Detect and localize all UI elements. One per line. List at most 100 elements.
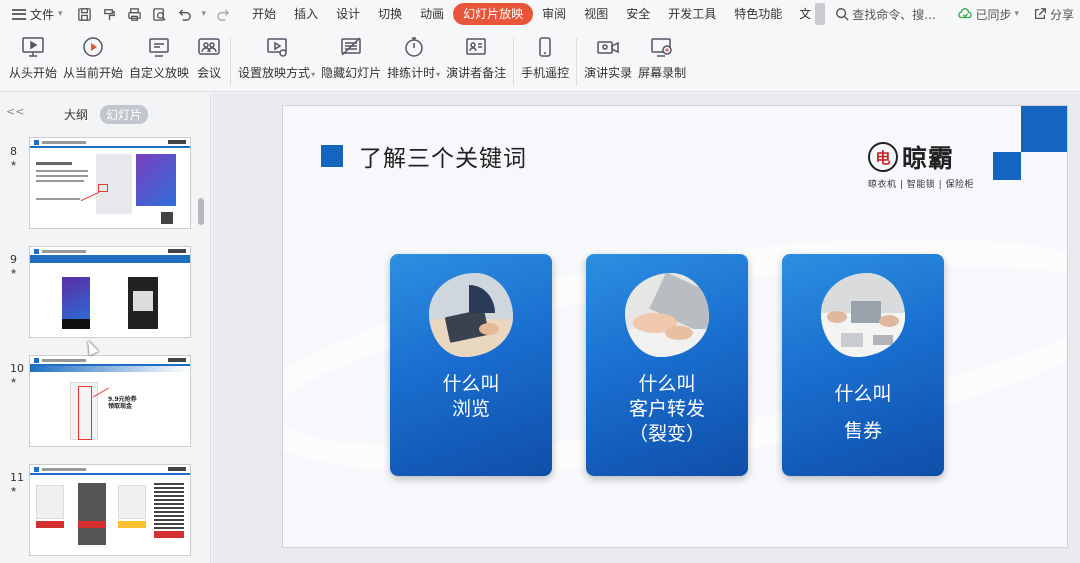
file-menu[interactable]: 文件 ▾ [0, 0, 71, 28]
current-slide[interactable]: 了解三个关键词 电 晾霸 晾衣机 | 智能锁 | 保险柜 什么叫 浏览 什么叫 … [282, 105, 1068, 548]
sync-status[interactable]: 已同步 ▾ [958, 6, 1019, 23]
photo-laptop-icon [625, 273, 709, 357]
screen-record-label: 屏幕录制 [638, 66, 687, 80]
tab-developer[interactable]: 开发工具 [659, 3, 725, 25]
slide-number: 11 [10, 471, 24, 484]
thumb-text [36, 198, 80, 200]
thumb-band [30, 366, 190, 372]
thumb-text [36, 170, 88, 172]
camera-record-icon [594, 34, 622, 60]
tab-transitions[interactable]: 切换 [369, 3, 411, 25]
print-preview-icon[interactable] [152, 6, 168, 22]
slideshow-from-start-icon [19, 34, 47, 60]
command-search[interactable]: 查找命令、搜... [835, 6, 953, 23]
from-current-button[interactable]: 从当前开始 [60, 34, 126, 81]
collapse-panel-icon[interactable]: << [6, 105, 24, 118]
undo-dropdown-icon[interactable]: ▾ [202, 9, 207, 19]
sync-label: 已同步 [975, 7, 1012, 22]
setup-show-button[interactable]: 设置放映方式▾ [235, 34, 318, 81]
tab-features[interactable]: 特色功能 [725, 3, 791, 25]
command-search-label: 查找命令、搜... [852, 7, 936, 22]
slide-title[interactable]: 了解三个关键词 [359, 139, 527, 173]
tab-animations[interactable]: 动画 [411, 3, 453, 25]
tab-outline[interactable]: 大纲 [58, 105, 94, 124]
record-presentation-button[interactable]: 演讲实录 [581, 34, 635, 81]
custom-show-icon [145, 34, 173, 60]
thumb-poster [62, 277, 90, 325]
photo-tablet-icon [429, 273, 513, 357]
speaker-notes-button[interactable]: 演讲者备注 [443, 34, 509, 81]
thumb-highlight-box [78, 386, 92, 440]
save-icon[interactable] [77, 6, 93, 22]
meeting-label: 会议 [197, 66, 222, 80]
animation-star-icon: ★ [10, 376, 18, 385]
keyword-card-forward[interactable]: 什么叫 客户转发 （裂变） [586, 254, 748, 476]
panel-tabs: 大纲 幻灯片 [58, 105, 149, 124]
menu-tabs: 开始 插入 设计 切换 动画 幻灯片放映 审阅 视图 安全 开发工具 特色功能 … [243, 3, 835, 25]
file-menu-label: 文件 [30, 7, 55, 22]
from-start-button[interactable]: 从头开始 [6, 34, 60, 81]
slide-thumbnail-9[interactable] [29, 246, 191, 338]
thumb-qrcode [161, 212, 173, 224]
from-current-label: 从当前开始 [63, 66, 124, 80]
slide-thumbnail-11[interactable] [29, 464, 191, 556]
tab-slideshow[interactable]: 幻灯片放映 [453, 3, 534, 25]
slide-number: 9 [10, 253, 17, 266]
hide-slide-button[interactable]: 隐藏幻灯片 [318, 34, 384, 81]
play-circle-icon [79, 34, 107, 60]
thumb-text [36, 180, 84, 182]
share-button[interactable]: 分享 [1033, 6, 1074, 23]
keyword-card-browse[interactable]: 什么叫 浏览 [390, 254, 552, 476]
thumb-red-block [78, 521, 106, 528]
chevron-down-icon: ▾ [58, 9, 63, 19]
from-start-label: 从头开始 [9, 66, 58, 80]
tab-slides[interactable]: 幻灯片 [100, 105, 149, 124]
tab-design[interactable]: 设计 [327, 3, 369, 25]
screen-record-icon [648, 34, 676, 60]
ribbon-separator [576, 38, 578, 86]
tab-doc-clipped[interactable]: 文 [791, 3, 815, 25]
phone-remote-label: 手机遥控 [521, 66, 570, 80]
title-square-icon [321, 145, 343, 167]
slide-number: 10 [10, 362, 24, 375]
chevron-down-icon: ▾ [1014, 9, 1019, 19]
thumbnail-scrollbar[interactable] [198, 198, 204, 225]
record-presentation-label: 演讲实录 [584, 66, 633, 80]
redo-icon[interactable] [215, 6, 231, 22]
meeting-icon [195, 34, 223, 60]
thumb-band [30, 257, 190, 263]
thumb-icon-grid [154, 483, 184, 529]
cloud-sync-icon [958, 8, 973, 19]
tab-insert[interactable]: 插入 [285, 3, 327, 25]
quick-access-toolbar: ▾ [71, 6, 238, 22]
phone-remote-button[interactable]: 手机遥控 [518, 34, 572, 81]
thumb-header [30, 247, 190, 257]
slide-number: 8 [10, 145, 17, 158]
hamburger-icon [12, 8, 26, 20]
slide-thumbnail-10[interactable]: 9.9元抢券 领取现金 [29, 355, 191, 447]
share-icon [1034, 8, 1046, 20]
print-icon[interactable] [127, 6, 143, 22]
brand-tagline: 晾衣机 | 智能锁 | 保险柜 [868, 180, 975, 190]
tab-view[interactable]: 视图 [575, 3, 617, 25]
custom-show-label: 自定义放映 [129, 66, 190, 80]
slide-thumbnail-8[interactable] [29, 137, 191, 229]
hide-slide-icon [337, 34, 365, 60]
photo-meeting-icon [821, 273, 905, 357]
card-line: 客户转发 [628, 398, 705, 420]
custom-show-button[interactable]: 自定义放映 [126, 34, 192, 81]
more-tabs-button[interactable] [815, 3, 826, 25]
screen-record-button[interactable]: 屏幕录制 [635, 34, 689, 81]
keyword-card-sell-coupons[interactable]: 什么叫 售券 [782, 254, 944, 476]
tab-review[interactable]: 审阅 [533, 3, 575, 25]
thumb-phone [78, 483, 106, 545]
format-painter-icon[interactable] [102, 6, 118, 22]
meeting-button[interactable]: 会议 [192, 34, 226, 81]
thumb-phone-screen [36, 485, 64, 519]
undo-icon[interactable] [177, 6, 193, 22]
card-line: 什么叫 [834, 383, 892, 405]
card-line: 售券 [843, 420, 882, 442]
rehearse-timing-button[interactable]: 排练计时▾ [384, 34, 443, 81]
tab-security[interactable]: 安全 [617, 3, 659, 25]
tab-home[interactable]: 开始 [243, 3, 285, 25]
